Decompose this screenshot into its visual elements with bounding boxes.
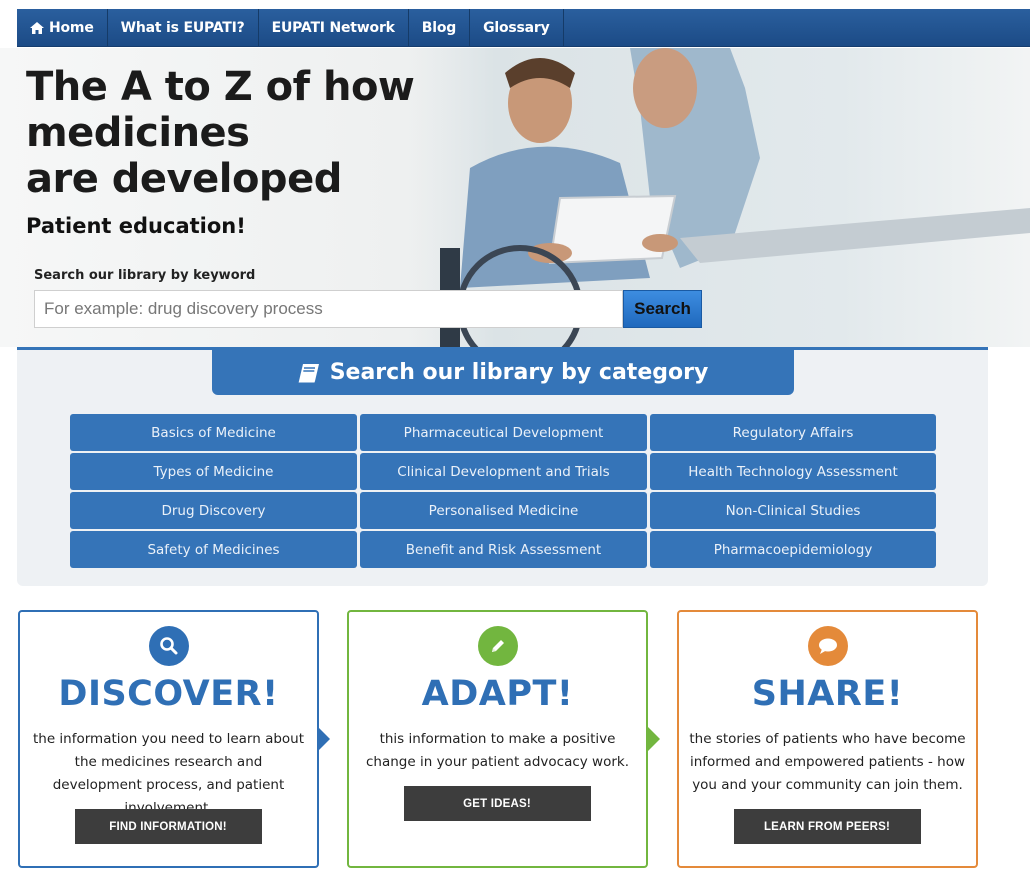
arrow-right-icon — [648, 727, 660, 751]
category-types-of-medicine[interactable]: Types of Medicine — [70, 453, 357, 490]
category-grid: Basics of Medicine Pharmaceutical Develo… — [70, 414, 936, 568]
hero-banner: The A to Z of how medicines are develope… — [0, 48, 1030, 347]
nav-item-glossary[interactable]: Glossary — [470, 9, 564, 46]
category-personalised-medicine[interactable]: Personalised Medicine — [360, 492, 647, 529]
adapt-text: this information to make a positive chan… — [366, 731, 629, 770]
category-non-clinical-studies[interactable]: Non-Clinical Studies — [650, 492, 936, 529]
top-navigation: Home What is EUPATI? EUPATI Network Blog… — [17, 9, 1030, 47]
nav-item-label: Blog — [421, 19, 457, 36]
adapt-card: ADAPT! this information to make a positi… — [347, 610, 648, 868]
speech-bubble-icon — [807, 626, 848, 666]
hero-subtitle: Patient education! — [26, 214, 246, 238]
get-ideas-button[interactable]: GET IDEAS! — [403, 786, 591, 821]
search-button[interactable]: Search — [623, 290, 702, 328]
pencil-icon — [477, 626, 518, 666]
home-icon — [30, 21, 44, 34]
nav-item-blog[interactable]: Blog — [409, 9, 471, 46]
category-panel-header: Search our library by category — [212, 350, 794, 395]
adapt-heading: ADAPT! — [421, 674, 574, 714]
category-panel: Search our library by category Basics of… — [17, 347, 988, 586]
nav-item-label: Home — [49, 19, 94, 36]
share-text: the stories of patients who have become … — [689, 731, 966, 793]
discover-card: DISCOVER! the information you need to le… — [18, 610, 319, 868]
category-clinical-development-and-trials[interactable]: Clinical Development and Trials — [360, 453, 647, 490]
share-heading: SHARE! — [751, 674, 904, 714]
keyword-search-input[interactable] — [34, 290, 623, 328]
search-icon — [148, 626, 189, 666]
arrow-right-icon — [318, 727, 330, 751]
find-information-button[interactable]: FIND INFORMATION! — [74, 809, 262, 844]
share-card: SHARE! the stories of patients who have … — [677, 610, 978, 868]
nav-item-label: Glossary — [483, 19, 550, 36]
learn-from-peers-button[interactable]: LEARN FROM PEERS! — [733, 809, 921, 844]
book-icon — [298, 363, 320, 383]
category-safety-of-medicines[interactable]: Safety of Medicines — [70, 531, 357, 568]
nav-item-label: EUPATI Network — [271, 19, 395, 36]
category-basics-of-medicine[interactable]: Basics of Medicine — [70, 414, 357, 451]
discover-text: the information you need to learn about … — [32, 731, 305, 816]
category-benefit-and-risk-assessment[interactable]: Benefit and Risk Assessment — [360, 531, 647, 568]
category-regulatory-affairs[interactable]: Regulatory Affairs — [650, 414, 936, 451]
nav-item-home[interactable]: Home — [17, 9, 108, 46]
nav-item-label: What is EUPATI? — [120, 19, 245, 36]
category-health-technology-assessment[interactable]: Health Technology Assessment — [650, 453, 936, 490]
nav-item-what-is-eupati[interactable]: What is EUPATI? — [108, 9, 259, 46]
nav-item-eupati-network[interactable]: EUPATI Network — [259, 9, 409, 46]
hero-title: The A to Z of how medicines are develope… — [26, 64, 415, 202]
category-panel-title: Search our library by category — [329, 360, 709, 385]
category-pharmacoepidemiology[interactable]: Pharmacoepidemiology — [650, 531, 936, 568]
keyword-search-label: Search our library by keyword — [34, 268, 256, 283]
category-drug-discovery[interactable]: Drug Discovery — [70, 492, 357, 529]
category-pharmaceutical-development[interactable]: Pharmaceutical Development — [360, 414, 647, 451]
discover-heading: DISCOVER! — [58, 674, 279, 714]
